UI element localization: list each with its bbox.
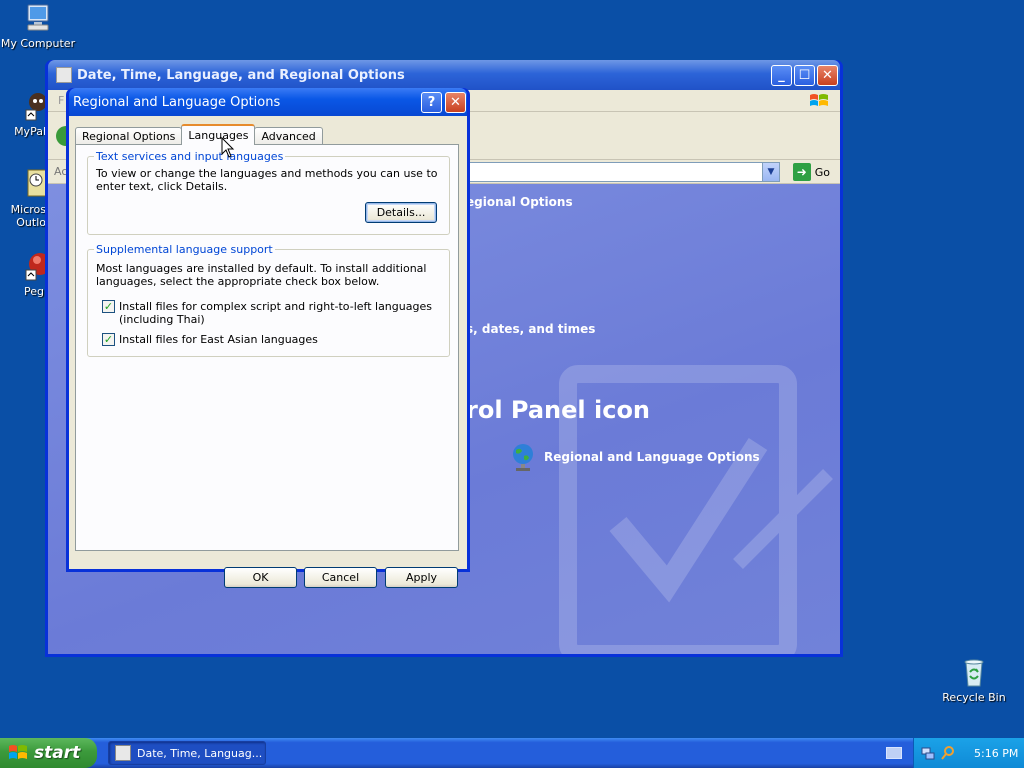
recycle-bin-icon <box>958 656 990 688</box>
close-icon: ✕ <box>822 67 833 83</box>
minimize-button[interactable]: _ <box>771 64 792 86</box>
tab-strip: Regional Options Languages Advanced <box>75 124 323 145</box>
languages-tab-panel: Text services and input languages To vie… <box>75 144 459 551</box>
text-services-legend: Text services and input languages <box>94 150 286 163</box>
control-panel-icon <box>115 745 131 761</box>
taskbar-item-label: Date, Time, Languag... <box>137 746 263 760</box>
regional-language-options-dialog: Regional and Language Options ? ✕ Region… <box>66 88 470 588</box>
east-asian-checkbox[interactable]: ✓ <box>102 333 115 346</box>
maximize-button[interactable]: ☐ <box>794 64 815 86</box>
text-services-group: Text services and input languages To vie… <box>87 150 450 235</box>
desktop-icon-label: Peg <box>24 285 44 298</box>
section-heading: egional Options <box>466 195 573 209</box>
desktop-icon-label: Recycle Bin <box>942 691 1006 704</box>
network-icon[interactable] <box>920 745 936 761</box>
east-asian-label: Install files for East Asian languages <box>119 333 318 346</box>
windows-flag-icon <box>8 743 28 763</box>
dialog-title: Regional and Language Options <box>73 94 281 110</box>
desktop-icon-label: MyPal <box>14 125 46 138</box>
supplemental-description: Most languages are installed by default.… <box>96 262 427 288</box>
control-panel-titlebar[interactable]: Date, Time, Language, and Regional Optio… <box>48 60 840 90</box>
link-label: Regional and Language Options <box>544 450 760 464</box>
close-button[interactable]: ✕ <box>817 64 838 86</box>
system-tray: 5:16 PM <box>913 738 1024 768</box>
desktop-icon-label: My Computer <box>0 37 76 50</box>
tab-advanced[interactable]: Advanced <box>254 127 323 145</box>
search-icon[interactable] <box>940 745 956 761</box>
dialog-close-button[interactable]: ✕ <box>445 91 466 113</box>
help-button[interactable]: ? <box>421 91 442 113</box>
keyboard-icon[interactable] <box>886 747 902 759</box>
regional-language-options-link[interactable]: Regional and Language Options <box>510 442 760 472</box>
globe-icon <box>510 442 536 472</box>
complex-script-checkbox[interactable]: ✓ <box>102 300 115 313</box>
ok-button[interactable]: OK <box>224 567 297 588</box>
close-icon: ✕ <box>450 94 461 110</box>
windows-logo-icon <box>808 92 830 110</box>
tab-regional-options[interactable]: Regional Options <box>75 127 183 145</box>
complex-script-label: Install files for complex script and rig… <box>119 300 432 326</box>
maximize-icon: ☐ <box>798 67 811 83</box>
complex-script-checkbox-row[interactable]: ✓ Install files for complex script and r… <box>102 300 432 326</box>
pick-icon-heading: rol Panel icon <box>466 396 651 424</box>
taskbar: start Date, Time, Languag... 5:16 PM <box>0 738 1024 768</box>
task-link[interactable]: s, dates, and times <box>466 322 595 336</box>
go-label: Go <box>814 165 830 179</box>
supplemental-language-group: Supplemental language support Most langu… <box>87 243 450 357</box>
start-label: start <box>34 743 81 763</box>
dialog-body: Regional Options Languages Advanced Text… <box>69 116 467 588</box>
dialog-titlebar[interactable]: Regional and Language Options ? ✕ <box>69 88 467 116</box>
apply-button[interactable]: Apply <box>385 567 458 588</box>
go-arrow-icon: ➜ <box>792 163 811 181</box>
desktop-icon-recycle-bin[interactable]: Recycle Bin <box>936 656 1012 704</box>
mouse-pointer-icon <box>221 136 235 159</box>
desktop-icon-label: Micros Outlo <box>10 203 46 229</box>
supplemental-legend: Supplemental language support <box>94 243 275 256</box>
chevron-down-icon[interactable]: ▼ <box>762 163 779 181</box>
computer-icon <box>22 2 54 34</box>
details-button[interactable]: Details... <box>365 202 437 223</box>
minimize-icon: _ <box>778 67 785 83</box>
help-icon: ? <box>427 94 436 110</box>
menu-file-partial[interactable]: F <box>58 94 64 107</box>
text-services-description: To view or change the languages and meth… <box>96 167 438 193</box>
go-button[interactable]: ➜ Go <box>792 163 830 181</box>
window-title: Date, Time, Language, and Regional Optio… <box>77 67 405 83</box>
tab-languages[interactable]: Languages <box>181 124 256 145</box>
clock: 5:16 PM <box>974 746 1019 760</box>
desktop-icon-my-computer[interactable]: My Computer <box>0 2 76 50</box>
control-panel-icon <box>56 67 72 83</box>
taskbar-item-date-time[interactable]: Date, Time, Languag... <box>108 741 266 765</box>
cancel-button[interactable]: Cancel <box>304 567 377 588</box>
east-asian-checkbox-row[interactable]: ✓ Install files for East Asian languages <box>102 333 432 346</box>
start-button[interactable]: start <box>0 738 97 768</box>
